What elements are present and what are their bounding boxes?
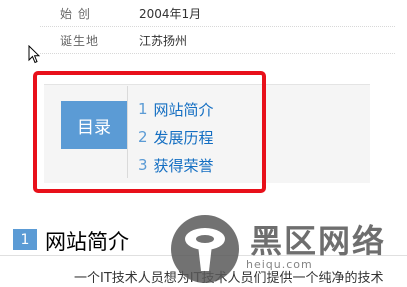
info-value: 江苏扬州 [139, 34, 188, 48]
mouse-cursor-icon [28, 45, 40, 64]
info-row-birthplace: 诞生地 江苏扬州 [0, 27, 407, 54]
watermark-url: heiqu.com [246, 258, 313, 271]
row-divider [40, 53, 395, 54]
info-row-founded: 始 创 2004年1月 [0, 0, 407, 27]
section-number: 1 [13, 229, 37, 250]
info-value: 2004年1月 [139, 7, 202, 21]
watermark-text: 黑区网络 [250, 222, 387, 260]
section-title: 网站简介 [45, 230, 129, 254]
info-key: 始 创 [60, 7, 91, 21]
info-key: 诞生地 [60, 34, 100, 48]
highlight-box [33, 71, 266, 193]
